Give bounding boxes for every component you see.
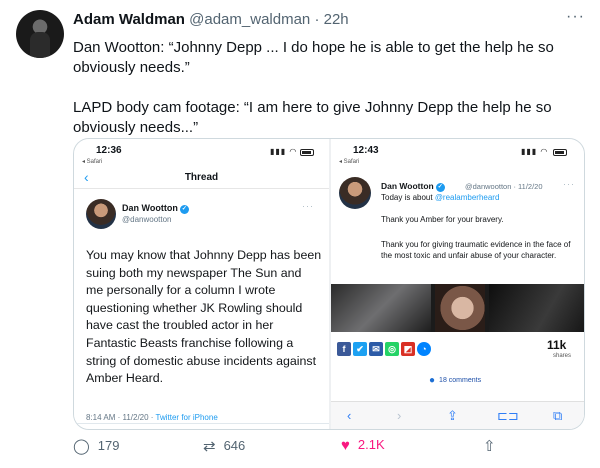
tweet-media[interactable]: 12:36 ◂ Safari ▮▮▮ ◠ ‹ Thread Dan Wootto… <box>73 138 585 430</box>
status-carrier: ◂ Safari <box>82 159 103 165</box>
like-count: 2.1K <box>357 437 385 452</box>
back-icon: ‹ <box>347 408 352 423</box>
profile-name-text: Dan Wootton <box>381 181 434 191</box>
comment-bubble-icon: ● <box>429 375 436 386</box>
screenshot-left[interactable]: 12:36 ◂ Safari ▮▮▮ ◠ ‹ Thread Dan Wootto… <box>74 139 329 429</box>
status-time: 12:43 <box>353 145 379 156</box>
tweet-body: You may know that Johnny Depp has been s… <box>86 248 322 386</box>
bookmarks-icon: ⊏⊐ <box>497 408 519 423</box>
status-carrier: ◂ Safari <box>339 159 360 165</box>
profile-avatar <box>339 177 371 209</box>
profile-handle: @danwootton <box>122 215 172 224</box>
tweet-date: 8:14 AM · 11/2/20 · Twitter for iPhone <box>86 413 218 422</box>
thread-title: Thread <box>184 172 219 183</box>
author-avatar[interactable] <box>16 10 64 58</box>
heart-icon: ♥ <box>341 437 350 454</box>
retweet-count: 646 <box>223 438 246 453</box>
share-count: 11k <box>547 338 567 352</box>
profile-name: Dan Wootton ✓ <box>122 203 189 214</box>
safari-toolbar: ‹ › ⇪ ⊏⊐ ⧉ <box>331 401 584 429</box>
more-icon: ··· <box>302 201 314 211</box>
facebook-share-icon: f <box>337 342 351 356</box>
tweet-line-1: Thank you Amber for your bravery. <box>381 215 504 224</box>
signal-icon: ▮▮▮ ◠ <box>270 147 298 156</box>
profile-name-text: Dan Wootton <box>122 203 178 213</box>
verified-icon: ✓ <box>435 183 445 192</box>
author-name[interactable]: Adam Waldman <box>73 11 185 28</box>
tweet-source: Twitter for iPhone <box>155 413 218 422</box>
more-icon: ··· <box>563 179 575 189</box>
tweet-line-2: Thank you for giving traumatic evidence … <box>381 240 571 260</box>
verified-icon: ✓ <box>179 205 189 214</box>
share-icon: ⇪ <box>447 408 458 423</box>
article-photo <box>331 284 584 332</box>
profile-name: Dan Wootton ✓ <box>381 181 445 192</box>
reply-icon: ◯ <box>73 438 90 455</box>
forward-icon: › <box>397 408 402 423</box>
twitter-share-icon: ✔ <box>353 342 367 356</box>
author-handle[interactable]: @adam_waldman <box>189 11 310 28</box>
reply-count: 179 <box>97 438 120 453</box>
tweet-intro: Today is about @realamberheard <box>381 193 499 202</box>
comments-text: 18 comments <box>439 377 482 384</box>
tabs-icon: ⧉ <box>553 408 563 423</box>
tweet-card[interactable]: Adam Waldman @adam_waldman · 22h ··· Dan… <box>0 0 600 468</box>
photo-segment <box>435 284 485 332</box>
more-icon[interactable]: ··· <box>566 8 585 26</box>
signal-icon: ▮▮▮ ◠ <box>521 147 549 156</box>
tweet-actions: ◯ 179 ⇄ 646 ♥ 2.1K ⇧ <box>73 435 578 459</box>
comments-link: ● 18 comments <box>429 375 481 386</box>
intro-text: Today is about <box>381 193 435 202</box>
retweet-icon: ⇄ <box>203 438 216 455</box>
whatsapp-share-icon: ◎ <box>385 342 399 356</box>
share-label: shares <box>553 353 572 359</box>
share-tweet-button[interactable]: ⇧ <box>483 437 504 455</box>
thread-bar: ‹ Thread <box>74 167 329 189</box>
screenshot-right[interactable]: 12:43 ◂ Safari ▮▮▮ ◠ Dan Wootton ✓ @danwo… <box>331 139 584 429</box>
email-share-icon: ✉ <box>369 342 383 356</box>
retweet-button[interactable]: ⇄ 646 <box>203 437 245 455</box>
share-icon: ⇧ <box>483 438 496 455</box>
photo-segment <box>489 284 584 332</box>
profile-meta: @danwootton · 11/2/20 <box>465 182 543 191</box>
status-time: 12:36 <box>96 145 122 156</box>
like-button[interactable]: ♥ 2.1K <box>341 437 385 454</box>
reply-button[interactable]: ◯ 179 <box>73 437 120 455</box>
messenger-share-icon: ◔ <box>417 342 431 356</box>
photo-segment <box>331 284 431 332</box>
tweet-date-text: 8:14 AM · 11/2/20 · <box>86 413 156 422</box>
profile-avatar <box>86 199 116 229</box>
tweet-header: Adam Waldman @adam_waldman · 22h <box>73 11 349 28</box>
battery-icon <box>553 149 567 156</box>
mention-link: @realamberheard <box>434 193 500 202</box>
tweet-text: Dan Wootton: “Johnny Depp ... I do hope … <box>73 39 554 136</box>
flipboard-share-icon: ◩ <box>401 342 415 356</box>
battery-icon <box>300 149 314 156</box>
divider <box>74 423 329 424</box>
tweet-time[interactable]: · 22h <box>314 11 348 28</box>
